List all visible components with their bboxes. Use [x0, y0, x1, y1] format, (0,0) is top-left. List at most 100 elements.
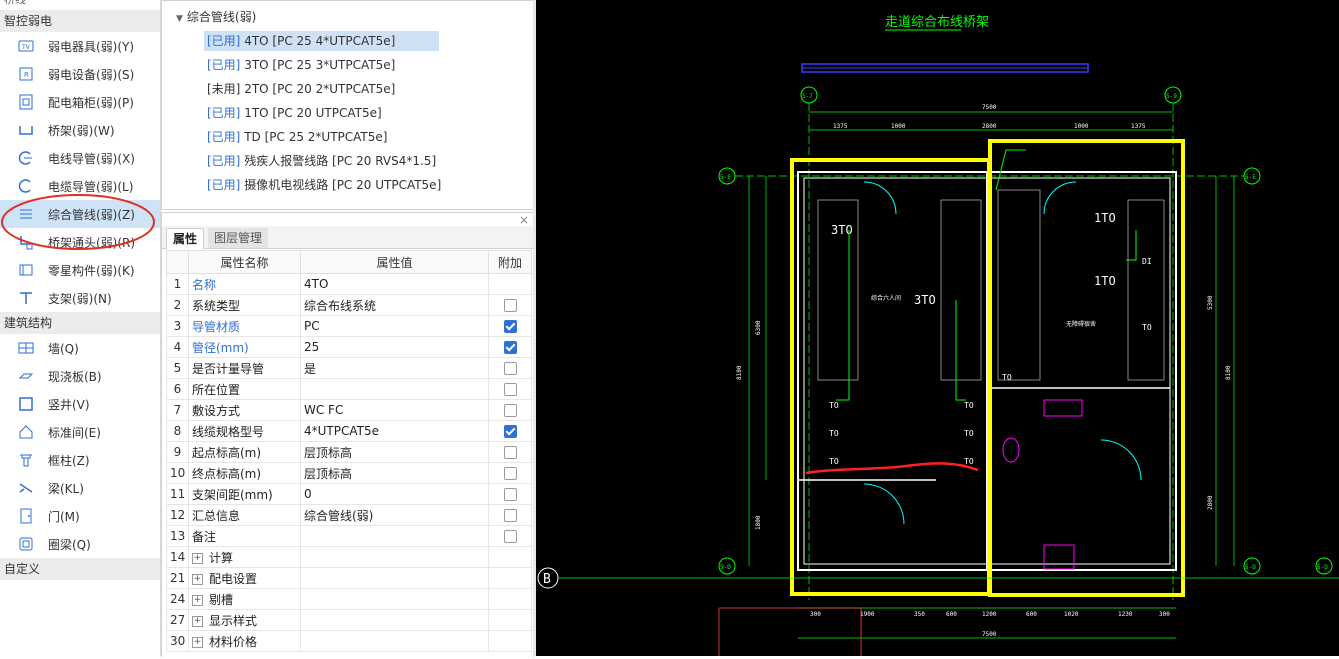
attach-checkbox[interactable] [503, 424, 517, 438]
nav-section-header[interactable]: 建筑结构 [0, 312, 160, 334]
expand-icon[interactable]: + [192, 636, 203, 648]
attach-checkbox[interactable] [503, 298, 517, 312]
tab-properties[interactable]: 属性 [166, 228, 205, 250]
property-value[interactable]: 4*UTPCAT5e [300, 420, 489, 442]
property-value[interactable] [300, 378, 489, 400]
property-value[interactable]: 综合布线系统 [300, 294, 489, 316]
close-icon[interactable]: × [519, 213, 529, 227]
svg-text:6300: 6300 [755, 320, 762, 335]
property-value[interactable] [300, 546, 489, 568]
tray-fitting-icon [18, 234, 34, 250]
expand-icon[interactable]: + [192, 552, 203, 564]
row-index: 4 [166, 336, 189, 358]
property-row[interactable]: 8 线缆规格型号 4*UTPCAT5e [166, 420, 532, 442]
nav-item-cabinet[interactable]: 配电箱柜(弱)(P) [0, 88, 160, 116]
property-row[interactable]: 6 所在位置 [166, 378, 532, 400]
attach-checkbox[interactable] [503, 340, 517, 354]
nav-item-integrated-pipeline[interactable]: 综合管线(弱)(Z) [0, 200, 160, 228]
nav-item-wire-conduit[interactable]: 电线导管(弱)(X) [0, 144, 160, 172]
nav-item-label: 墙(Q) [48, 341, 79, 356]
property-value[interactable]: 0 [300, 483, 489, 505]
nav-item-bracket[interactable]: 支架(弱)(N) [0, 284, 160, 312]
property-row[interactable]: 9 起点标高(m) 层顶标高 [166, 441, 532, 463]
property-row[interactable]: 13 备注 [166, 525, 532, 547]
nav-item-label: 竖井(V) [48, 397, 90, 412]
property-name: 系统类型 [192, 298, 241, 313]
nav-section-header[interactable]: 智控弱电 [0, 10, 160, 32]
tree-item[interactable]: [已用] 摄像机电视线路 [PC 20 UTPCAT5e] [204, 175, 444, 195]
nav-section-header[interactable]: 自定义 [0, 558, 160, 580]
property-row[interactable]: 14 + 计算 [166, 546, 532, 568]
property-row[interactable]: 24 + 剔槽 [166, 588, 532, 610]
property-value[interactable]: 综合管线(弱) [300, 504, 489, 526]
svg-text:TO: TO [1002, 373, 1012, 382]
property-value[interactable]: 4TO [300, 273, 489, 295]
property-value[interactable] [300, 630, 489, 652]
nav-item-label: 现浇板(B) [48, 369, 102, 384]
property-row[interactable]: 12 汇总信息 综合管线(弱) [166, 504, 532, 526]
tree-item-status: [已用] [207, 178, 241, 192]
tree-collapse-icon[interactable]: ▼ [176, 14, 183, 24]
tree-item[interactable]: [已用] TD [PC 25 2*UTPCAT5e] [204, 127, 390, 147]
nav-item-device-r[interactable]: R 弱电设备(弱)(S) [0, 60, 160, 88]
nav-item-misc-component[interactable]: 零星构件(弱)(K) [0, 256, 160, 284]
property-value[interactable]: 是 [300, 357, 489, 379]
attach-checkbox[interactable] [503, 382, 517, 396]
attach-checkbox[interactable] [503, 319, 517, 333]
property-row[interactable]: 11 支架间距(mm) 0 [166, 483, 532, 505]
attach-checkbox[interactable] [503, 529, 517, 543]
tree-item[interactable]: [已用] 4TO [PC 25 4*UTPCAT5e] [204, 31, 439, 51]
svg-text:1900: 1900 [860, 611, 875, 618]
column-icon [18, 452, 34, 468]
property-row[interactable]: 1 名称 4TO [166, 273, 532, 295]
nav-item-shaft[interactable]: 竖井(V) [0, 390, 160, 418]
property-row[interactable]: 3 导管材质 PC [166, 315, 532, 337]
property-value[interactable] [300, 609, 489, 631]
property-value[interactable] [300, 567, 489, 589]
property-value[interactable]: 层顶标高 [300, 462, 489, 484]
property-value[interactable] [300, 588, 489, 610]
attach-checkbox[interactable] [503, 403, 517, 417]
tree-item[interactable]: [已用] 3TO [PC 25 3*UTPCAT5e] [204, 55, 398, 75]
expand-icon[interactable]: + [192, 573, 203, 585]
nav-item-door[interactable]: 门(M) [0, 502, 160, 530]
attach-checkbox[interactable] [503, 466, 517, 480]
property-value[interactable]: 层顶标高 [300, 441, 489, 463]
property-row[interactable]: 5 是否计量导管 是 [166, 357, 532, 379]
tree-header[interactable]: ▼ 综合管线(弱) [176, 8, 256, 25]
nav-item-ring-beam[interactable]: 圈梁(Q) [0, 530, 160, 558]
nav-item-beam[interactable]: 梁(KL) [0, 474, 160, 502]
tree-item[interactable]: [已用] 1TO [PC 20 UTPCAT5e] [204, 103, 385, 123]
nav-item-cable-tray[interactable]: 桥架(弱)(W) [0, 116, 160, 144]
property-value[interactable]: PC [300, 315, 489, 337]
nav-item-tray-fitting[interactable]: 桥架通头(弱)(R) [0, 228, 160, 256]
property-value[interactable]: WC FC [300, 399, 489, 421]
attach-checkbox[interactable] [503, 361, 517, 375]
expand-icon[interactable]: + [192, 615, 203, 627]
nav-item-wall[interactable]: 墙(Q) [0, 334, 160, 362]
attach-checkbox[interactable] [503, 508, 517, 522]
property-row[interactable]: 27 + 显示样式 [166, 609, 532, 631]
property-row[interactable]: 30 + 材料价格 [166, 630, 532, 652]
expand-icon[interactable]: + [192, 594, 203, 606]
nav-item-tv[interactable]: TV 弱电器具(弱)(Y) [0, 32, 160, 60]
property-value[interactable] [300, 525, 489, 547]
nav-item-cable-conduit[interactable]: 电缆导管(弱)(L) [0, 172, 160, 200]
property-row[interactable]: 10 终点标高(m) 层顶标高 [166, 462, 532, 484]
tab-layer-management[interactable]: 图层管理 [208, 228, 269, 248]
cad-drawing-canvas[interactable]: 走道综合布线桥架 5-7 5-9 7500 1375 1000 2800 100… [536, 0, 1339, 656]
nav-item-label: 桥架(弱)(W) [48, 123, 115, 138]
nav-item-column[interactable]: 框柱(Z) [0, 446, 160, 474]
property-row[interactable]: 4 管径(mm) 25 [166, 336, 532, 358]
attach-checkbox[interactable] [503, 445, 517, 459]
attach-checkbox[interactable] [503, 487, 517, 501]
nav-item-standard-room[interactable]: 标准间(E) [0, 418, 160, 446]
tree-item[interactable]: [未用] 2TO [PC 20 2*UTPCAT5e] [204, 79, 398, 99]
property-row[interactable]: 21 + 配电设置 [166, 567, 532, 589]
property-row[interactable]: 2 系统类型 综合布线系统 [166, 294, 532, 316]
property-row[interactable]: 7 敷设方式 WC FC [166, 399, 532, 421]
svg-text:1020: 1020 [1064, 611, 1079, 618]
tree-item[interactable]: [已用] 残疾人报警线路 [PC 20 RVS4*1.5] [204, 151, 439, 171]
nav-item-slab[interactable]: 现浇板(B) [0, 362, 160, 390]
property-value[interactable]: 25 [300, 336, 489, 358]
